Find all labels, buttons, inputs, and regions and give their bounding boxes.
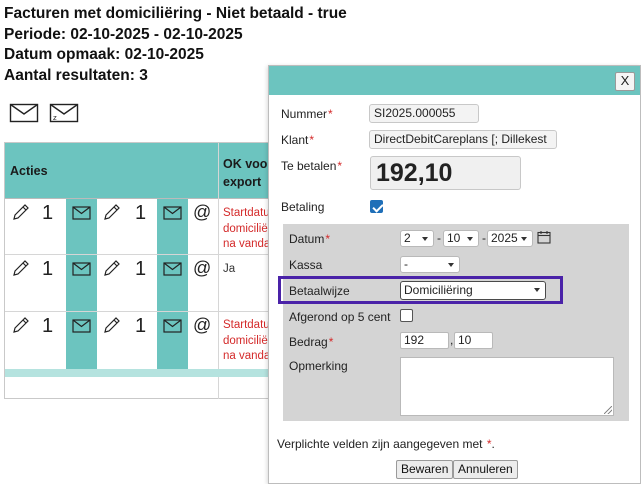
report-period: Periode: 02-10-2025 - 02-10-2025 — [4, 25, 243, 43]
pencil-icon[interactable] — [102, 258, 122, 278]
nummer-label: Nummer* — [281, 107, 333, 121]
datum-month-select[interactable]: 10 — [443, 230, 479, 247]
ok-export-status: Ja — [223, 263, 236, 275]
opmerking-label: Opmerking — [289, 359, 348, 373]
table-accent-column — [66, 199, 97, 369]
report-title: Facturen met domiciliëring - Niet betaal… — [4, 5, 347, 22]
required-fields-note: Verplichte velden zijn aangegeven met *. — [277, 437, 495, 451]
column-divider — [218, 143, 219, 199]
pencil-icon[interactable] — [102, 202, 122, 222]
decimal-separator: , — [450, 333, 454, 347]
close-button[interactable]: X — [615, 72, 635, 91]
bedrag-units-input[interactable]: 192 — [400, 332, 449, 349]
mail-z-icon[interactable]: z — [49, 102, 79, 124]
afgerond-label: Afgerond op 5 cent — [289, 310, 391, 324]
at-icon[interactable]: @ — [193, 315, 211, 335]
ok-export-status: Startdatu domicilië na vanda — [223, 207, 271, 250]
betaling-label: Betaling — [281, 200, 325, 214]
dialog-titlebar[interactable]: X — [269, 66, 640, 95]
betaalwijze-select[interactable]: Domiciliëring — [400, 281, 546, 300]
count-value: 1 — [42, 258, 54, 280]
ok-export-status: Startdatu domicilië na vanda — [223, 319, 271, 362]
table-accent-column — [157, 199, 188, 369]
table-footer-band — [5, 369, 271, 377]
count-value: 1 — [135, 315, 147, 337]
bedrag-label: Bedrag* — [289, 335, 334, 349]
column-header-ok-export: OK voor export — [223, 157, 273, 189]
payment-dialog: X Nummer* SI2025.000055 Klant* DirectDeb… — [268, 65, 641, 484]
klant-field[interactable]: DirectDebitCareplans [; Dillekest — [369, 130, 557, 149]
mail-icon[interactable] — [163, 206, 182, 220]
afgerond-checkbox[interactable] — [400, 309, 413, 322]
datum-day-select[interactable]: 2 — [400, 230, 434, 247]
te-betalen-label: Te betalen* — [281, 159, 343, 173]
at-icon[interactable]: @ — [193, 202, 211, 222]
mail-actions: z — [9, 102, 79, 124]
date-separator: - — [482, 231, 486, 245]
save-button[interactable]: Bewaren — [396, 460, 454, 479]
mail-icon[interactable] — [9, 102, 39, 124]
betaling-checkbox[interactable] — [370, 200, 383, 213]
mail-icon[interactable] — [72, 206, 91, 220]
datum-label: Datum* — [289, 232, 331, 246]
te-betalen-amount: 192,10 — [370, 156, 521, 190]
mail-icon[interactable] — [72, 262, 91, 276]
pencil-icon[interactable] — [11, 258, 31, 278]
row-divider — [5, 254, 271, 255]
row-divider — [5, 311, 271, 312]
opmerking-textarea[interactable] — [400, 357, 614, 416]
report-date: Datum opmaak: 02-10-2025 — [4, 46, 204, 63]
calendar-icon[interactable] — [537, 230, 551, 244]
count-value: 1 — [42, 315, 54, 337]
betaalwijze-label: Betaalwijze — [289, 284, 350, 298]
cancel-button[interactable]: Annuleren — [453, 460, 518, 479]
svg-text:z: z — [53, 114, 57, 122]
count-value: 1 — [135, 258, 147, 280]
count-value: 1 — [42, 202, 54, 224]
count-value: 1 — [135, 202, 147, 224]
nummer-field[interactable]: SI2025.000055 — [369, 104, 479, 123]
kassa-label: Kassa — [289, 258, 323, 272]
pencil-icon[interactable] — [11, 202, 31, 222]
date-separator: - — [437, 231, 441, 245]
mail-icon[interactable] — [163, 319, 182, 333]
datum-year-select[interactable]: 2025 — [487, 230, 533, 247]
bedrag-cents-input[interactable]: 10 — [454, 332, 493, 349]
kassa-select[interactable]: - — [400, 256, 460, 273]
pencil-icon[interactable] — [11, 315, 31, 335]
mail-icon[interactable] — [163, 262, 182, 276]
column-header-acties: Acties — [10, 164, 48, 178]
klant-label: Klant* — [281, 133, 315, 147]
resize-handle[interactable] — [604, 406, 612, 414]
pencil-icon[interactable] — [102, 315, 122, 335]
mail-icon[interactable] — [72, 319, 91, 333]
results-table: Acties OK voor export 1 1 @ Startdatu do… — [4, 142, 272, 399]
table-header: Acties OK voor export — [5, 143, 273, 199]
at-icon[interactable]: @ — [193, 258, 211, 278]
